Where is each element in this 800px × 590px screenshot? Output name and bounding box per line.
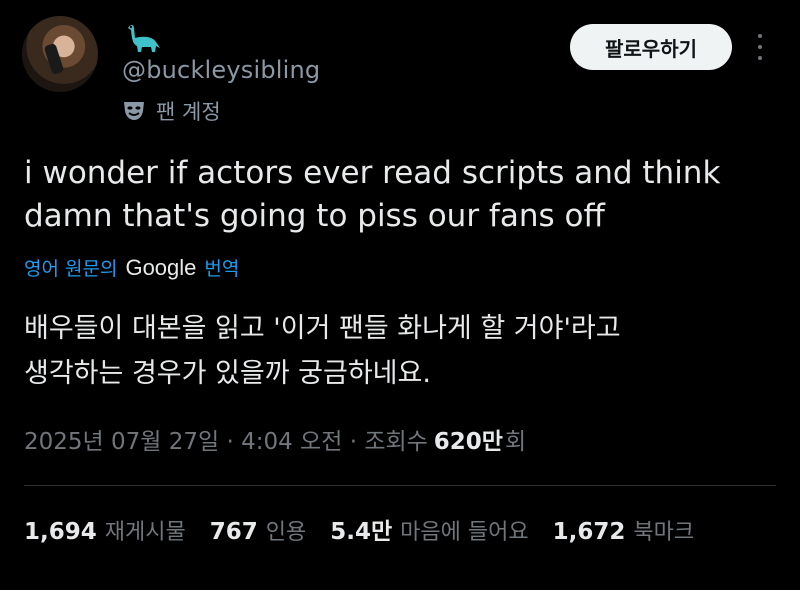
- timestamp[interactable]: 2025년 07월 27일 · 4:04 오전 · 조회수: [24, 422, 428, 456]
- stat-label: 북마크: [633, 520, 695, 545]
- stat-reposts[interactable]: 1,694 재게시물: [24, 514, 186, 546]
- translated-text: 배우들이 대본을 읽고 '이거 팬들 화나게 할 거야'라고 생각하는 경우가 …: [24, 306, 764, 396]
- sauropod-emoji-icon: [128, 25, 160, 52]
- tweet-card: @buckleysibling 팬 계정 팔로우하기 i wonder if a…: [0, 0, 800, 590]
- translated-text-line: 생각하는 경우가 있을까 궁금하네요.: [24, 358, 431, 389]
- stat-bookmarks[interactable]: 1,672 북마크: [553, 514, 695, 546]
- stat-number: 5.4만: [330, 519, 393, 545]
- stat-number: 1,672: [552, 519, 626, 545]
- translation-prefix[interactable]: 영어 원문의: [24, 254, 117, 281]
- stat-number: 767: [209, 519, 258, 545]
- stat-label: 마음에 들어요: [400, 520, 529, 545]
- follow-button[interactable]: 팔로우하기: [570, 24, 732, 70]
- phone-icon: [43, 42, 65, 76]
- tweet-text-line: i wonder if actors ever read scripts and…: [24, 155, 721, 191]
- view-count-suffix: 회: [504, 429, 527, 455]
- translation-attribution[interactable]: 영어 원문의 Google 번역: [24, 254, 239, 281]
- engagement-stats: 1,694 재게시물 767 인용 5.4만 마음에 들어요 1,672 북마크: [24, 512, 718, 546]
- stat-likes[interactable]: 5.4만 마음에 들어요: [330, 512, 528, 546]
- view-count: 620만: [433, 429, 503, 455]
- user-handle[interactable]: @buckleysibling: [122, 56, 320, 84]
- tweet-text: i wonder if actors ever read scripts and…: [24, 152, 764, 238]
- stat-number: 1,694: [24, 519, 97, 545]
- translated-text-line: 배우들이 대본을 읽고 '이거 팬들 화나게 할 거야'라고: [24, 313, 621, 344]
- more-vertical-icon[interactable]: [752, 30, 768, 64]
- translation-suffix[interactable]: 번역: [204, 254, 239, 281]
- divider: [24, 485, 776, 486]
- fan-account-badge: 팬 계정: [122, 96, 221, 126]
- theater-mask-icon: [124, 102, 144, 120]
- stat-label: 인용: [265, 520, 307, 545]
- avatar[interactable]: [22, 16, 98, 92]
- tweet-text-line: damn that's going to piss our fans off: [24, 198, 605, 234]
- stat-quotes[interactable]: 767 인용: [210, 514, 307, 546]
- google-logo: Google: [125, 254, 197, 280]
- stat-label: 재게시물: [104, 520, 186, 545]
- fan-account-label: 팬 계정: [156, 100, 221, 124]
- tweet-meta: 2025년 07월 27일 · 4:04 오전 · 조회수 620만 회: [24, 422, 526, 456]
